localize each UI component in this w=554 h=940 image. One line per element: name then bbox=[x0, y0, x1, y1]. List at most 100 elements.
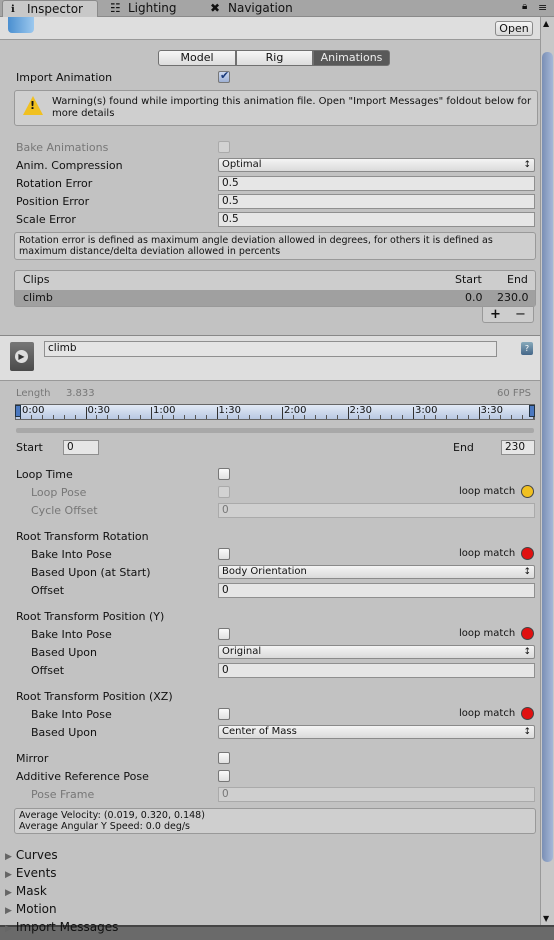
loop-match-indicator-icon bbox=[521, 707, 534, 720]
loop-pose-checkbox bbox=[218, 486, 230, 498]
clips-table: Clips Start End climb 0.0 230.0 bbox=[14, 270, 536, 307]
help-icon[interactable]: ? bbox=[521, 342, 533, 355]
offset-label: Offset bbox=[31, 584, 65, 597]
cycle-offset-input: 0 bbox=[218, 503, 535, 518]
offset-input[interactable]: 0 bbox=[218, 583, 535, 598]
stats-box: Average Velocity: (0.019, 0.320, 0.148) … bbox=[14, 808, 536, 834]
bake-into-pose-label: Bake Into Pose bbox=[31, 628, 112, 641]
end-marker-icon[interactable] bbox=[529, 405, 535, 417]
clips-header: Clips bbox=[23, 273, 50, 286]
import-animation-checkbox[interactable] bbox=[218, 69, 230, 83]
timeline-minor-tick bbox=[271, 415, 272, 419]
timeline-minor-tick bbox=[467, 415, 469, 419]
menu-icon[interactable]: ≡ bbox=[538, 1, 547, 14]
start-input[interactable]: 0 bbox=[63, 440, 99, 455]
position-error-label: Position Error bbox=[16, 195, 90, 208]
tab-model[interactable]: Model bbox=[158, 50, 236, 66]
section-header: Root Transform Position (XZ) bbox=[16, 690, 173, 703]
timeline-tick bbox=[282, 407, 283, 419]
start-marker-icon[interactable] bbox=[15, 405, 21, 417]
cycle-offset-label: Cycle Offset bbox=[31, 504, 98, 517]
scroll-down-icon[interactable]: ▼ bbox=[543, 914, 549, 923]
position-error-input[interactable]: 0.5 bbox=[218, 194, 535, 209]
timeline-minor-tick bbox=[194, 415, 196, 419]
foldout-motion[interactable]: ▶ Motion bbox=[5, 902, 57, 916]
triangle-right-icon: ▶ bbox=[5, 870, 12, 880]
bake-into-pose-checkbox[interactable] bbox=[218, 708, 230, 720]
tab-rig[interactable]: Rig bbox=[236, 50, 313, 66]
scroll-up-icon[interactable]: ▲ bbox=[543, 19, 549, 28]
based-upon-at-start-dropdown[interactable]: Body Orientation bbox=[218, 565, 535, 579]
warning-text: Warning(s) found while importing this an… bbox=[52, 96, 532, 119]
average-angular-speed: Average Angular Y Speed: 0.0 deg/s bbox=[19, 821, 190, 832]
import-animation-label: Import Animation bbox=[16, 71, 113, 84]
model-asset-icon bbox=[8, 17, 34, 33]
based-upon-dropdown[interactable]: Original bbox=[218, 645, 535, 659]
remove-clip-button[interactable]: − bbox=[515, 307, 526, 322]
clip-end: 230.0 bbox=[497, 291, 529, 304]
add-clip-button[interactable]: + bbox=[490, 307, 501, 322]
timeline-tick-label: 0:30 bbox=[87, 405, 110, 416]
timeline-tick bbox=[151, 407, 152, 419]
based-upon-label: Based Upon bbox=[31, 646, 97, 659]
timeline-minor-tick bbox=[391, 415, 393, 419]
mirror-checkbox[interactable] bbox=[218, 752, 230, 764]
end-input[interactable]: 230 bbox=[501, 440, 535, 455]
timeline-minor-tick bbox=[336, 415, 338, 419]
foldout-events[interactable]: ▶ Events bbox=[5, 866, 57, 880]
triangle-right-icon: ▶ bbox=[5, 852, 12, 862]
loop-match-indicator-icon bbox=[521, 627, 534, 640]
bake-into-pose-checkbox[interactable] bbox=[218, 548, 230, 560]
tab-lighting[interactable]: ☷ Lighting bbox=[104, 0, 194, 17]
timeline-tick-label: 2:00 bbox=[284, 405, 307, 416]
clip-buttons: + − bbox=[482, 307, 534, 323]
help-box: Rotation error is defined as maximum ang… bbox=[14, 232, 536, 260]
foldout-mask[interactable]: ▶ Mask bbox=[5, 884, 47, 898]
loop-match-indicator-icon bbox=[521, 547, 534, 560]
warning-box: ! Warning(s) found while importing this … bbox=[14, 90, 538, 126]
anim-compression-label: Anim. Compression bbox=[16, 159, 123, 172]
tab-navigation[interactable]: ✖ Navigation bbox=[204, 0, 314, 17]
timeline-minor-tick bbox=[205, 415, 207, 419]
tab-label: Navigation bbox=[228, 1, 293, 15]
timeline-minor-tick bbox=[260, 415, 262, 419]
foldout-curves[interactable]: ▶ Curves bbox=[5, 848, 58, 862]
bake-animations-label: Bake Animations bbox=[16, 141, 109, 154]
foldout-label: Events bbox=[15, 866, 57, 880]
play-icon: ▶ bbox=[15, 350, 28, 363]
tab-animations[interactable]: Animations bbox=[313, 50, 390, 66]
timeline-minor-tick bbox=[63, 415, 65, 419]
rotation-error-input[interactable]: 0.5 bbox=[218, 176, 535, 191]
lock-icon[interactable]: 🔒︎ bbox=[522, 1, 527, 12]
length-label: Length bbox=[16, 388, 51, 399]
end-header: End bbox=[507, 273, 528, 286]
open-button[interactable]: Open bbox=[495, 21, 533, 36]
scale-error-input[interactable]: 0.5 bbox=[218, 212, 535, 227]
timeline-minor-tick bbox=[325, 415, 327, 419]
anim-compression-dropdown[interactable]: Optimal bbox=[218, 158, 535, 172]
timeline[interactable]: 0:00 0:30 1:00 1:30 2:00 2:30 3:00 3:30 bbox=[15, 404, 535, 420]
length-value: 3.833 bbox=[66, 388, 95, 399]
clip-row[interactable]: climb 0.0 230.0 bbox=[15, 290, 535, 306]
additive-reference-pose-checkbox[interactable] bbox=[218, 770, 230, 782]
bake-into-pose-checkbox[interactable] bbox=[218, 628, 230, 640]
loop-time-checkbox[interactable] bbox=[218, 468, 230, 480]
clip-start: 0.0 bbox=[465, 291, 483, 304]
scrub-bar[interactable] bbox=[16, 428, 534, 433]
bake-animations-checkbox bbox=[218, 141, 230, 153]
average-velocity: Average Velocity: (0.019, 0.320, 0.148) bbox=[19, 810, 205, 821]
section-header: Root Transform Position (Y) bbox=[16, 610, 165, 623]
based-upon-dropdown[interactable]: Center of Mass bbox=[218, 725, 535, 739]
end-label: End bbox=[453, 441, 474, 454]
fps-value: 60 FPS bbox=[497, 388, 532, 399]
timeline-minor-tick bbox=[249, 415, 251, 419]
play-button[interactable]: ▶ bbox=[10, 342, 34, 371]
clip-name-input[interactable]: climb bbox=[44, 341, 497, 357]
foldout-import-messages[interactable]: ▶ Import Messages bbox=[5, 920, 118, 934]
tab-bar: ℹ Inspector ☷ Lighting ✖ Navigation 🔒︎ ≡ bbox=[0, 0, 554, 17]
tab-inspector[interactable]: ℹ Inspector bbox=[2, 0, 98, 17]
scrollbar-thumb[interactable] bbox=[542, 52, 553, 862]
offset-input[interactable]: 0 bbox=[218, 663, 535, 678]
triangle-right-icon: ▶ bbox=[5, 924, 12, 934]
timeline-tick-label: 0:00 bbox=[22, 405, 45, 416]
